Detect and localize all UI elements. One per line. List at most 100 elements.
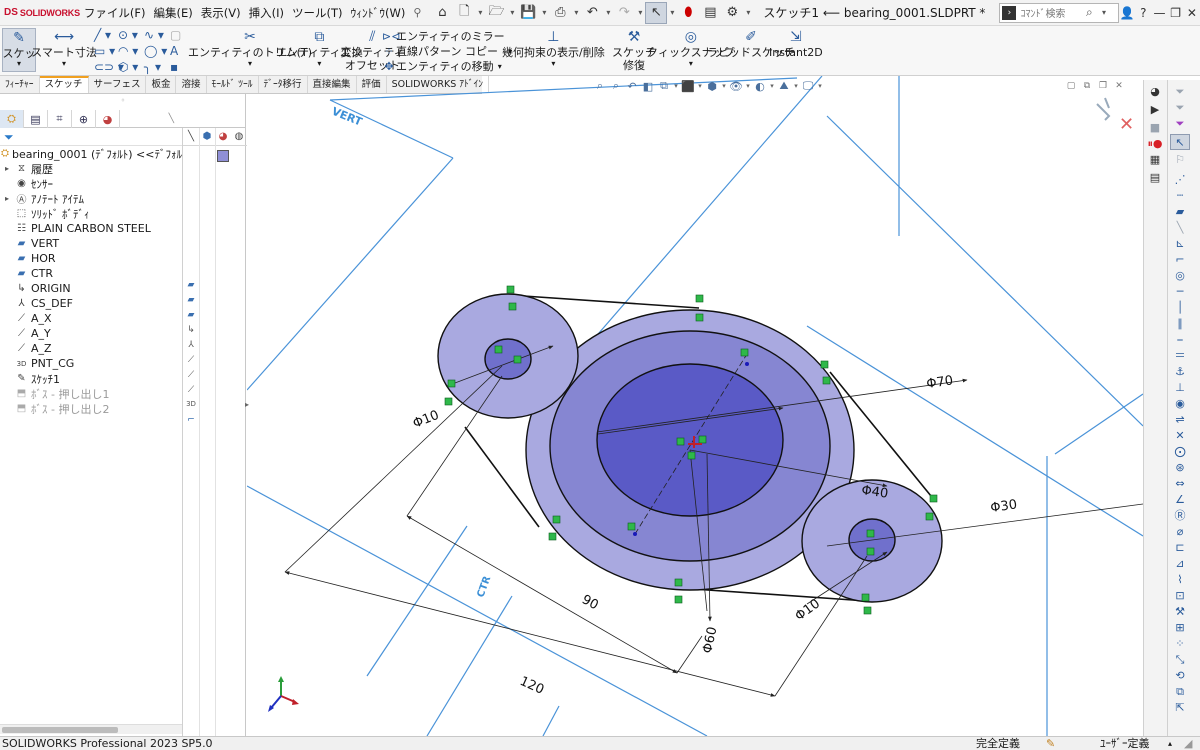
command-search-input[interactable]: ｺﾏﾝﾄﾞ検索 (1020, 5, 1086, 20)
tab-surfaces[interactable]: サーフェス (89, 76, 147, 93)
stretch-icon[interactable]: ⇱ (1170, 700, 1190, 716)
coincident-icon[interactable]: ◎ (1170, 268, 1190, 284)
tab-features[interactable]: ﾌｨｰﾁｬｰ (0, 76, 40, 93)
midpoint-icon[interactable]: ⊥ (1170, 380, 1190, 396)
fully-define-icon[interactable]: ⊡ (1170, 588, 1190, 604)
origin-visibility-icon[interactable]: ↳ (185, 325, 197, 335)
search-icon[interactable]: ⌕ (1086, 5, 1102, 20)
plane-edge[interactable] (1054, 393, 1143, 455)
save-dropdown-icon[interactable]: ▾ (539, 2, 549, 24)
close-button[interactable]: ✕ (1184, 2, 1200, 24)
resize-grip-icon[interactable]: ◢ (1184, 737, 1192, 750)
dynamic-annotation-icon[interactable]: ⧉ (656, 79, 672, 93)
tree-item-a-x[interactable]: ⟋ A_X (0, 311, 182, 326)
merge-icon[interactable]: ⨀ (1170, 444, 1190, 460)
scale-icon[interactable]: ⤡ (1170, 652, 1190, 668)
pattern-icon[interactable]: ⁘ (1170, 636, 1190, 652)
plane-edge[interactable] (247, 157, 454, 391)
menu-window[interactable]: ｳｨﾝﾄﾞｳ(W) (346, 2, 409, 24)
tree-horizontal-scrollbar[interactable] (0, 724, 182, 734)
stop-icon[interactable]: ■ (1145, 120, 1165, 136)
new-document-icon[interactable]: 🗋 (453, 2, 475, 24)
sketch-visibility-icon[interactable]: ⌐ (185, 415, 197, 425)
plane-visibility-icon[interactable]: ▰ (185, 280, 197, 290)
unit-system-label[interactable]: ﾕｰｻﾞｰ定義 (1100, 737, 1150, 750)
intersection-icon[interactable]: ✕ (1170, 428, 1190, 444)
display-manager-tab-icon[interactable]: ◕ (96, 110, 120, 128)
cs-visibility-icon[interactable]: ⅄ (185, 340, 197, 350)
tree-item-vert[interactable]: ▰ VERT (0, 236, 182, 251)
filter-edges-icon[interactable]: ⏷ (1170, 100, 1190, 116)
tab-sheet-metal[interactable]: 板金 (146, 76, 177, 93)
text-icon[interactable]: A (170, 44, 178, 58)
viewport-tile-icon[interactable]: ⧉ (1080, 80, 1094, 92)
select-tool-icon[interactable]: ↖ (1170, 134, 1190, 150)
extension-line[interactable] (676, 635, 703, 674)
menu-tools[interactable]: ツール(T) (288, 2, 347, 24)
options-gear-icon[interactable]: ⚙ (721, 2, 743, 24)
home-icon[interactable]: ⌂ (431, 2, 453, 24)
configuration-manager-tab-icon[interactable]: ⌗ (48, 110, 72, 128)
menu-file[interactable]: ファイル(F) (80, 2, 150, 24)
point-icon[interactable]: ▪ (170, 60, 178, 74)
sketch-canvas[interactable]: VERT CTR Φ70 Φ60 Φ40 Φ30 Φ10 Φ10 90 120 … (247, 76, 1143, 736)
linear-pattern-button[interactable]: ⁘ 直線パターン コピー ▾ (382, 44, 512, 59)
tab-sketch[interactable]: スケッチ (39, 76, 89, 93)
minimize-button[interactable]: — (1151, 2, 1167, 24)
dimension-120[interactable]: 120 (517, 674, 546, 698)
plane-vert-edge[interactable] (329, 99, 454, 159)
property-manager-tab-icon[interactable]: ▤ (24, 110, 48, 128)
block-icon[interactable]: ⊞ (1170, 620, 1190, 636)
view-settings-icon[interactable]: 🖵 (800, 79, 816, 93)
viewport-close-icon[interactable]: ✕ (1112, 80, 1126, 92)
radius-dimension-icon[interactable]: Ⓡ (1170, 508, 1190, 524)
move-entities-button[interactable]: ✥ エンティティの移動 ▾ (382, 59, 501, 74)
tree-item-a-y[interactable]: ⟋ A_Y (0, 326, 182, 341)
plane-tool-icon[interactable]: ▰ (1170, 204, 1190, 220)
equal-icon[interactable]: ＝ (1170, 348, 1190, 364)
rotate-icon[interactable]: ⟲ (1170, 668, 1190, 684)
new-dropdown-icon[interactable]: ▾ (475, 2, 485, 24)
print-dropdown-icon[interactable]: ▾ (571, 2, 581, 24)
hide-show-icon[interactable]: ╲ (183, 131, 199, 142)
scrollbar-thumb[interactable] (2, 727, 118, 733)
collapse-handle-icon[interactable]: ◦ (0, 94, 246, 108)
appearance-swatch[interactable] (217, 150, 229, 162)
line-icon[interactable]: ╱ ▾ (94, 28, 111, 42)
concentric-icon[interactable]: ◉ (1170, 396, 1190, 412)
symmetric-icon[interactable]: ⇌ (1170, 412, 1190, 428)
dimension-d30[interactable]: Φ30 (989, 497, 1018, 516)
tree-item-cs-def[interactable]: ⅄ CS_DEF (0, 296, 182, 311)
viewport-restore-icon[interactable]: ❐ (1096, 80, 1110, 92)
restore-button[interactable]: ❐ (1168, 2, 1184, 24)
mirror-entities-button[interactable]: ⊳⊲ エンティティのミラー (382, 29, 505, 44)
axis-visibility-icon[interactable]: ⟋ (185, 355, 197, 365)
tree-item-boss-extrude1[interactable]: ⬒ ﾎﾞｽ - 押し出し1 (0, 386, 182, 401)
exit-sketch-icon[interactable] (1096, 97, 1111, 121)
more-tabs-icon[interactable]: ╲ (120, 110, 178, 128)
pulley-inner-circle[interactable] (596, 363, 784, 517)
axis-visibility-icon[interactable]: ⟋ (185, 385, 197, 395)
menu-edit[interactable]: 編集(E) (150, 2, 197, 24)
undo-dropdown-icon[interactable]: ▾ (603, 2, 613, 24)
dimension-d10-right[interactable]: Φ10 (793, 596, 823, 624)
dropdown-icon[interactable]: ▾ (720, 82, 728, 90)
tab-weldments[interactable]: 溶接 (176, 76, 207, 93)
search-dropdown-icon[interactable]: ▾ (1102, 8, 1118, 17)
transparency-icon[interactable]: ◍ (231, 131, 247, 142)
graphics-area[interactable]: VERT CTR Φ70 Φ60 Φ40 Φ30 Φ10 Φ10 90 120 … (247, 76, 1143, 736)
solidworks-resources-icon[interactable]: ◕ (1145, 84, 1165, 100)
rectangle-icon[interactable]: ▭ ▾ (94, 44, 115, 58)
menu-insert[interactable]: 挿入(I) (245, 2, 288, 24)
display-delete-relations-button[interactable]: ⊥ 幾何拘束の表示/削除 ▾ (502, 28, 605, 68)
dropdown-icon[interactable]: ▾ (768, 82, 776, 90)
dimxpert-tab-icon[interactable]: ⊕ (72, 110, 96, 128)
dimension-90[interactable]: 90 (579, 592, 601, 613)
tree-item-a-z[interactable]: ⟋ A_Z (0, 341, 182, 356)
circle-icon[interactable]: ⊙ ▾ (118, 28, 138, 42)
copy-icon[interactable]: ⧉ (1170, 684, 1190, 700)
angle-dimension-icon[interactable]: ∠ (1170, 492, 1190, 508)
horizontal-icon[interactable]: ─ (1170, 284, 1190, 300)
redo-icon[interactable]: ↷ (613, 2, 635, 24)
tree-item-material[interactable]: ☷ PLAIN CARBON STEEL (0, 221, 182, 236)
